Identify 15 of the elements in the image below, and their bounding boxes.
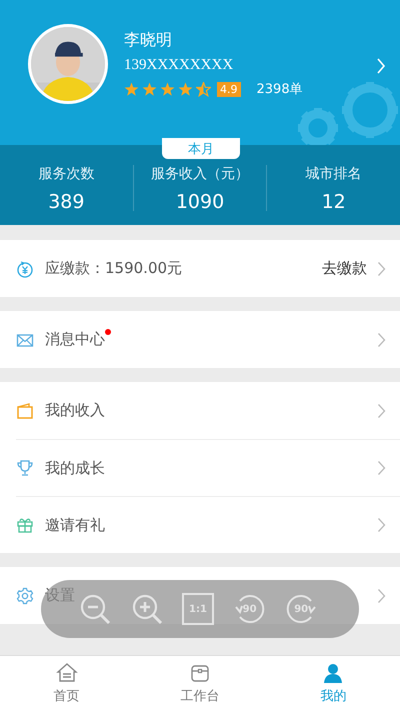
stat-label: 服务次数	[38, 165, 94, 183]
phone-number: 139XXXXXXXX	[124, 57, 234, 74]
stat-value: 12	[322, 191, 346, 213]
order-count: 2398单	[256, 81, 303, 98]
menu-label: 我的成长	[45, 458, 105, 478]
stat-label: 服务收入（元）	[151, 165, 249, 183]
rating-score: 4.9	[217, 82, 240, 96]
menu-label: 消息中心	[45, 330, 105, 349]
menu-label: 邀请有礼	[45, 516, 105, 534]
stat-value: 1090	[176, 191, 224, 213]
stat-value: 389	[48, 191, 84, 213]
stat-label: 城市排名	[306, 165, 362, 183]
menu-label: 应缴款：1590.00元	[45, 259, 182, 278]
user-name: 李晓明	[124, 30, 173, 51]
menu-label: 我的收入	[45, 401, 105, 420]
